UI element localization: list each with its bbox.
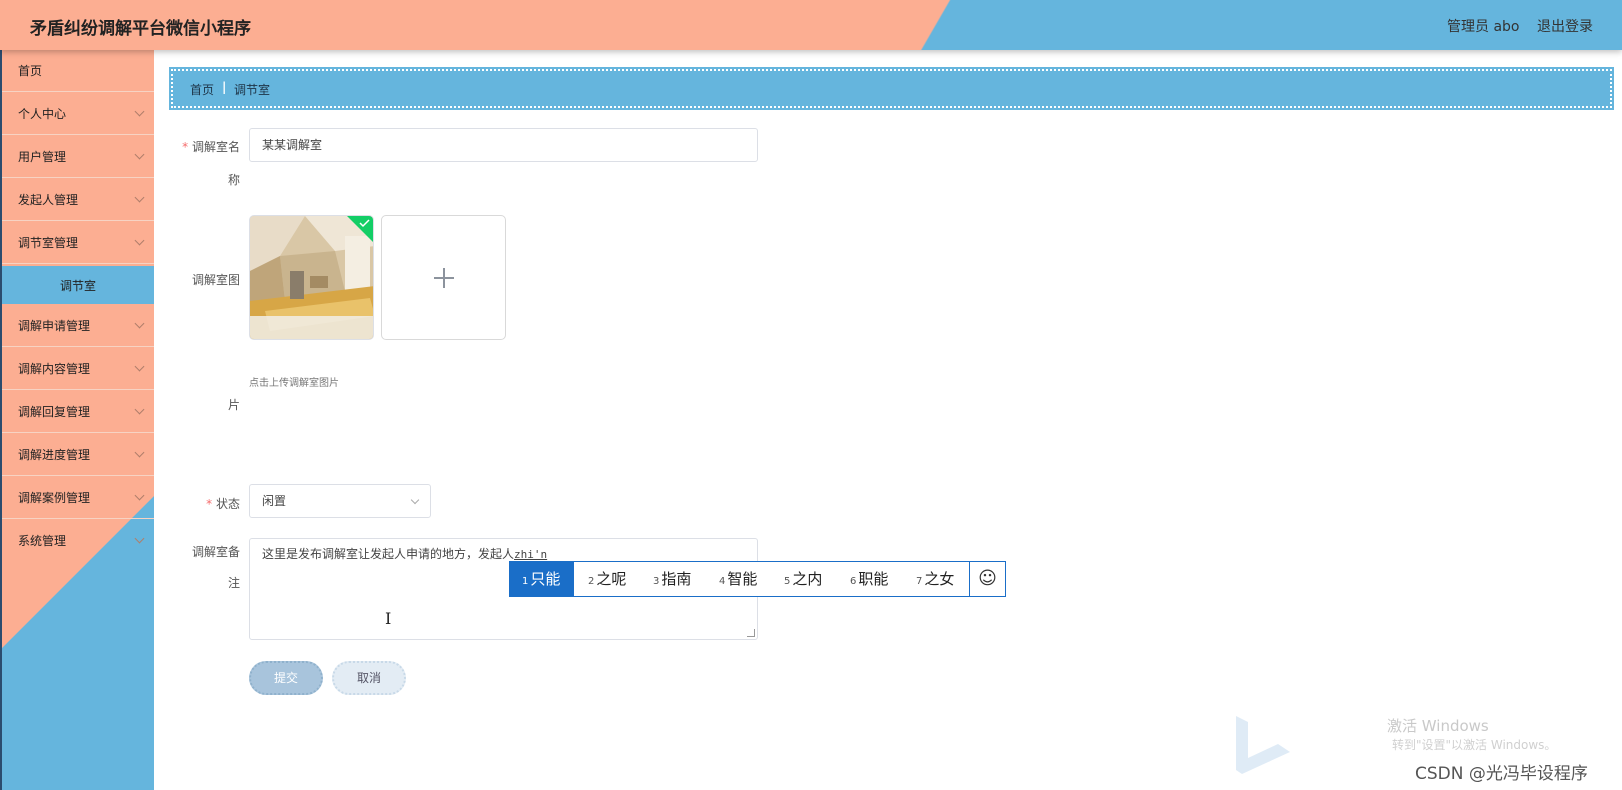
- chevron-down-icon: [134, 404, 145, 415]
- submit-button[interactable]: 提交: [249, 661, 323, 695]
- breadcrumb: 首页 | 调节室: [169, 67, 1614, 110]
- logout-link[interactable]: 退出登录: [1537, 16, 1593, 36]
- ime-candidate[interactable]: 1 只能: [510, 562, 574, 596]
- ime-candidate-text: 只能: [530, 570, 561, 588]
- upload-success-check-icon: [347, 216, 373, 242]
- sidebar-item-label: 首页: [18, 64, 43, 78]
- chevron-down-icon: [134, 447, 145, 458]
- ime-candidate-text: 指南: [661, 570, 692, 588]
- remark-text: 这里是发布调解室让发起人申请的地方，发起人: [262, 547, 515, 561]
- sidebar-item-label: 系统管理: [18, 534, 67, 548]
- text-cursor-icon: I: [385, 609, 392, 628]
- sidebar: 首页 个人中心 用户管理 发起人管理 调节室管理 调节室 调解申请管理 调解内容…: [0, 50, 154, 790]
- ime-composition-text: zhi'n: [514, 548, 548, 561]
- sidebar-item-label: 调解案例管理: [18, 491, 91, 505]
- ime-candidate-number: 1: [522, 576, 529, 587]
- sidebar-item-reply-management[interactable]: 调解回复管理: [2, 391, 154, 433]
- breadcrumb-home[interactable]: 首页: [190, 81, 214, 98]
- chevron-down-icon: [134, 106, 145, 117]
- sidebar-item-case-management[interactable]: 调解案例管理: [2, 477, 154, 519]
- sidebar-item-label: 发起人管理: [18, 193, 79, 207]
- ime-candidate-bar: 1 只能 2 之呢 3 指南 4 智能 5 之内 6 职能 7 之女 ☺: [509, 561, 1006, 597]
- required-mark: *: [206, 497, 213, 511]
- uploaded-room-image[interactable]: [249, 215, 374, 340]
- ime-candidate[interactable]: 6 职能: [850, 562, 912, 596]
- breadcrumb-separator: |: [222, 80, 227, 94]
- breadcrumb-current: 调节室: [234, 83, 271, 97]
- chevron-down-icon: [134, 490, 145, 501]
- sidebar-item-label: 调节室管理: [18, 236, 79, 250]
- sidebar-item-label: 调解回复管理: [18, 405, 91, 419]
- sidebar-item-progress-management[interactable]: 调解进度管理: [2, 434, 154, 476]
- ime-candidate[interactable]: 2 之呢: [588, 562, 650, 596]
- sidebar-item-room-management[interactable]: 调节室管理: [2, 222, 154, 264]
- top-header: 矛盾纠纷调解平台微信小程序 管理员 abo 退出登录: [0, 0, 1622, 50]
- ime-candidate-number: 5: [784, 576, 791, 587]
- app-title: 矛盾纠纷调解平台微信小程序: [30, 19, 251, 39]
- room-name-label: * 调解室名: [178, 138, 240, 155]
- sidebar-item-label: 用户管理: [18, 150, 67, 164]
- room-name-label-wrap: 称: [227, 173, 240, 187]
- emoji-icon[interactable]: ☺: [969, 562, 1005, 596]
- remark-label: 调解室备: [191, 545, 240, 559]
- sidebar-item-system-management[interactable]: 系统管理: [2, 520, 154, 562]
- ime-candidate-text: 职能: [858, 570, 889, 588]
- chevron-down-icon: [134, 533, 145, 544]
- required-mark: *: [182, 140, 189, 154]
- sidebar-item-label: 调解内容管理: [18, 362, 91, 376]
- ime-candidate-text: 智能: [727, 570, 758, 588]
- ime-candidate[interactable]: 3 指南: [653, 562, 715, 596]
- resize-handle-icon[interactable]: [747, 629, 755, 637]
- chevron-down-icon: [134, 361, 145, 372]
- ime-candidate-number: 2: [588, 576, 595, 587]
- cancel-button[interactable]: 取消: [332, 661, 406, 695]
- plus-icon: [443, 268, 445, 288]
- ime-candidate-text: 之内: [792, 570, 823, 588]
- sidebar-item-label: 个人中心: [18, 107, 67, 121]
- ime-candidate-number: 4: [719, 576, 726, 587]
- sidebar-item-user-management[interactable]: 用户管理: [2, 136, 154, 178]
- ime-candidate-number: 7: [916, 576, 923, 587]
- sidebar-item-personal-center[interactable]: 个人中心: [2, 93, 154, 135]
- ime-candidate[interactable]: 5 之内: [784, 562, 846, 596]
- room-image-label: 调解室图: [191, 273, 240, 287]
- room-image-label-wrap: 片: [227, 398, 240, 412]
- watermark-logo-icon: [1236, 716, 1290, 774]
- sidebar-item-label: 调解进度管理: [18, 448, 91, 462]
- sidebar-subitem-label: 调节室: [60, 279, 97, 293]
- chevron-down-icon: [134, 318, 145, 329]
- room-name-label-text: 调解室名: [191, 140, 240, 154]
- chevron-down-icon: [134, 192, 145, 203]
- sidebar-item-content-management[interactable]: 调解内容管理: [2, 348, 154, 390]
- ime-candidate[interactable]: 4 智能: [719, 562, 781, 596]
- ime-candidate-text: 之女: [924, 570, 955, 588]
- chevron-down-icon: [134, 149, 145, 160]
- sidebar-item-label: 调解申请管理: [18, 319, 91, 333]
- activate-windows-subtext: 转到"设置"以激活 Windows。: [1392, 738, 1557, 752]
- sidebar-item-application-management[interactable]: 调解申请管理: [2, 305, 154, 347]
- status-label: * 状态: [178, 495, 240, 512]
- room-name-input[interactable]: 某某调解室: [249, 128, 758, 162]
- add-image-button[interactable]: [381, 215, 506, 340]
- ime-candidate-text: 之呢: [596, 570, 627, 588]
- status-label-text: 状态: [215, 497, 240, 511]
- sidebar-item-home[interactable]: 首页: [2, 50, 154, 92]
- admin-username: 管理员 abo: [1447, 19, 1520, 35]
- sidebar-item-initiator-management[interactable]: 发起人管理: [2, 179, 154, 221]
- sidebar-subitem-room[interactable]: 调节室: [2, 266, 154, 304]
- upload-hint: 点击上传调解室图片: [249, 378, 339, 389]
- ime-candidate[interactable]: 7 之女: [916, 562, 968, 596]
- ime-candidate-number: 3: [653, 576, 660, 587]
- activate-windows-watermark: 激活 Windows: [1387, 717, 1489, 735]
- status-select[interactable]: 闲置: [249, 484, 431, 518]
- ime-candidate-number: 6: [850, 576, 857, 587]
- chevron-down-icon: [134, 235, 145, 246]
- csdn-watermark: CSDN @光冯毕设程序: [1415, 764, 1588, 784]
- remark-label-wrap: 注: [227, 576, 240, 590]
